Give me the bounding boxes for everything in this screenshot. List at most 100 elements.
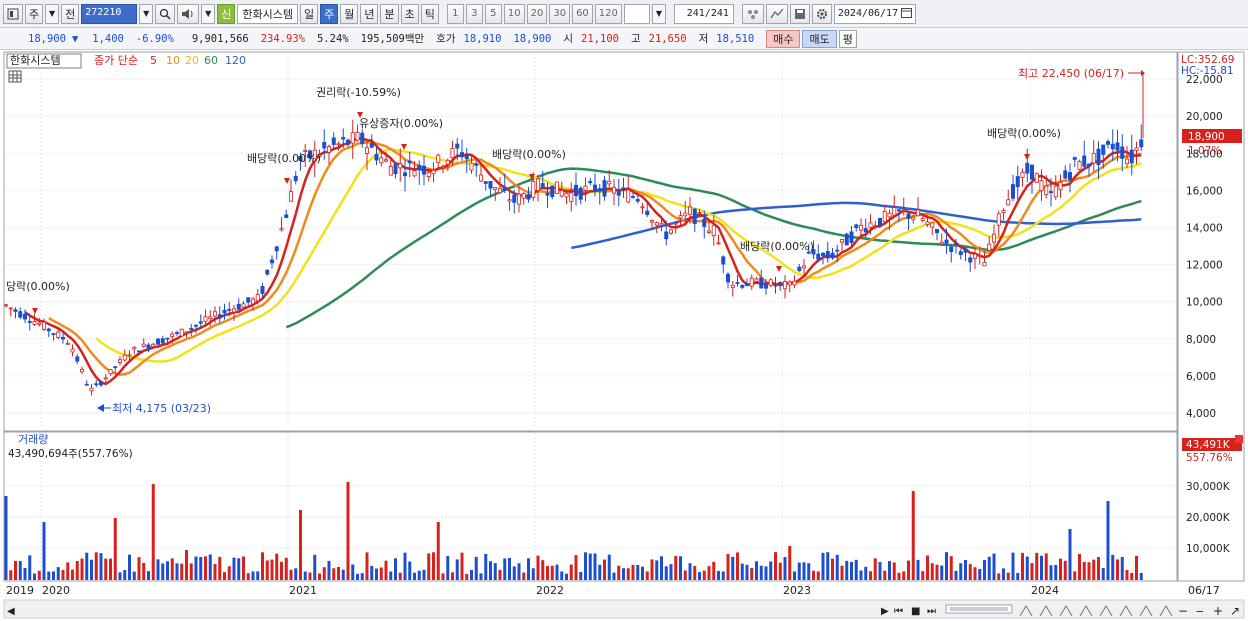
candle-body bbox=[612, 186, 617, 194]
zoom-icon[interactable] bbox=[155, 3, 176, 24]
candle-body bbox=[963, 248, 968, 253]
speaker-icon[interactable] bbox=[177, 3, 200, 24]
sell-button[interactable]: 매도 bbox=[802, 29, 837, 48]
volume-bar bbox=[992, 553, 996, 580]
volume-bar bbox=[113, 518, 117, 580]
scroll-bar[interactable] bbox=[3, 599, 1245, 619]
interval-120-button[interactable]: 120 bbox=[594, 3, 622, 24]
stock-chart[interactable]: 22,00020,00018,00016,00014,00012,00010,0… bbox=[0, 50, 1248, 621]
candle-body bbox=[944, 239, 949, 244]
candle-body bbox=[678, 215, 683, 219]
volume-bar bbox=[664, 566, 668, 580]
line-icon[interactable]: ‒ bbox=[1196, 604, 1204, 618]
candle-body bbox=[322, 142, 327, 149]
prev-button[interactable]: 전 bbox=[61, 3, 80, 24]
candle-body bbox=[231, 308, 236, 313]
calendar-icon[interactable] bbox=[901, 7, 913, 21]
candle-body bbox=[844, 233, 849, 246]
market-button[interactable]: 주 bbox=[25, 3, 44, 24]
event-annotation: 유상증자(0.00%) bbox=[359, 117, 443, 130]
scroll-first-icon[interactable]: ⏮ bbox=[894, 606, 903, 617]
candle-body bbox=[764, 284, 769, 289]
custom-interval-input[interactable] bbox=[623, 3, 650, 24]
interval-30-button[interactable]: 30 bbox=[549, 3, 571, 24]
candle-body bbox=[8, 307, 13, 310]
volume-bar bbox=[327, 560, 331, 580]
candle-body bbox=[749, 277, 754, 287]
volume-bar bbox=[1139, 573, 1143, 580]
candle-body bbox=[246, 297, 251, 303]
volume-bar bbox=[1035, 552, 1039, 580]
scroll-left-icon[interactable]: ◀ bbox=[7, 606, 15, 617]
volume-bar bbox=[850, 561, 853, 580]
period-week-button[interactable]: 주 bbox=[320, 3, 339, 24]
settings-icon[interactable] bbox=[811, 3, 832, 24]
stop-icon[interactable]: ■ bbox=[911, 606, 920, 617]
period-minute-button[interactable]: 분 bbox=[380, 3, 399, 24]
save-icon[interactable] bbox=[789, 3, 810, 24]
chevron-down-icon[interactable]: ▼ bbox=[201, 3, 216, 24]
zoom-in-icon[interactable]: + bbox=[1213, 604, 1223, 618]
scroll-right-icon[interactable]: ▶ bbox=[881, 606, 889, 617]
volume-bar bbox=[1101, 568, 1105, 580]
interval-20-button[interactable]: 20 bbox=[526, 3, 548, 24]
candle-body bbox=[640, 206, 645, 209]
zoom-out-icon[interactable]: − bbox=[1178, 604, 1188, 618]
volume-bar bbox=[550, 565, 554, 580]
price-axis-label: 20,000 bbox=[1186, 111, 1223, 123]
candle-body bbox=[882, 211, 887, 223]
buy-button[interactable]: 매수 bbox=[766, 29, 801, 48]
period-tick-button[interactable]: 틱 bbox=[420, 3, 439, 24]
volume-bar bbox=[831, 558, 834, 580]
period-second-button[interactable]: 초 bbox=[400, 3, 419, 24]
chevron-down-icon[interactable]: ▼ bbox=[651, 3, 666, 24]
draw-icon[interactable] bbox=[765, 3, 788, 24]
scroll-last-icon[interactable]: ⏭ bbox=[927, 606, 936, 617]
volume-bar bbox=[750, 567, 754, 580]
candle-body bbox=[778, 281, 783, 284]
period-month-button[interactable]: 월 bbox=[340, 3, 359, 24]
date-input[interactable]: 2024/06/17 bbox=[833, 3, 917, 24]
volume-bar bbox=[61, 569, 65, 580]
volume-bar bbox=[394, 558, 397, 580]
expand-icon[interactable]: ↗ bbox=[1230, 604, 1240, 618]
candle-body bbox=[593, 184, 598, 192]
stock-code-input[interactable]: 272210 bbox=[81, 3, 138, 24]
candle-body bbox=[336, 143, 341, 146]
volume-bar bbox=[631, 564, 635, 580]
count-display[interactable]: 241/241 bbox=[673, 3, 734, 24]
chart-icon[interactable] bbox=[3, 3, 23, 24]
period-year-button[interactable]: 년 bbox=[360, 3, 379, 24]
candle-body bbox=[1101, 144, 1106, 155]
chevron-down-icon[interactable]: ▼ bbox=[45, 3, 60, 24]
tool-icon[interactable] bbox=[741, 3, 764, 24]
volume-bar bbox=[869, 571, 872, 580]
volume-bar bbox=[493, 563, 497, 580]
volume-bar bbox=[902, 571, 906, 580]
average-button[interactable]: 평 bbox=[838, 29, 857, 48]
volume-bar bbox=[840, 565, 844, 580]
volume-bar bbox=[755, 561, 758, 580]
grid-toggle-icon[interactable] bbox=[8, 70, 22, 83]
close-icon[interactable] bbox=[1235, 435, 1243, 443]
interval-1-button[interactable]: 1 bbox=[446, 3, 464, 24]
volume-bar bbox=[232, 557, 236, 580]
volume-bar bbox=[546, 566, 549, 580]
candle-body bbox=[42, 321, 47, 330]
period-day-button[interactable]: 일 bbox=[299, 3, 319, 24]
volume-bar bbox=[99, 553, 103, 580]
candle-body bbox=[977, 255, 982, 257]
candle-body bbox=[488, 181, 493, 189]
interval-60-button[interactable]: 60 bbox=[572, 3, 593, 24]
interval-10-button[interactable]: 10 bbox=[503, 3, 525, 24]
volume-bar bbox=[911, 491, 915, 580]
candle-body bbox=[99, 381, 104, 386]
candle-body bbox=[269, 259, 274, 264]
interval-5-button[interactable]: 5 bbox=[484, 3, 502, 24]
count-total: /241 bbox=[704, 8, 729, 19]
interval-3-button[interactable]: 3 bbox=[465, 3, 483, 24]
chevron-down-icon[interactable]: ▼ bbox=[139, 3, 154, 24]
volume-bar bbox=[422, 569, 426, 580]
volume-bar bbox=[607, 554, 611, 580]
volume-bar bbox=[427, 553, 431, 580]
